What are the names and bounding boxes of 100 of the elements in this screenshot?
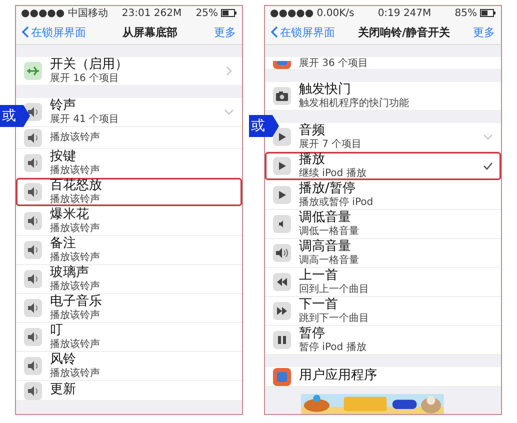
settings-row[interactable]: 调高音量 调高一格音量 xyxy=(265,239,501,268)
speaker-icon xyxy=(273,244,291,262)
row-title: 触发快门 xyxy=(299,82,352,98)
row-title: 调低音量 xyxy=(299,210,352,226)
airplane-icon xyxy=(24,62,42,80)
battery-icon xyxy=(480,9,496,17)
speaker-icon xyxy=(24,183,42,201)
status-time: 0:19 247M xyxy=(378,8,432,18)
row-title: 铃声 xyxy=(50,98,77,114)
back-icon xyxy=(271,26,278,38)
settings-row[interactable]: 暂停 暂停 iPod 播放 xyxy=(265,326,501,355)
chevron-down-icon xyxy=(224,107,234,117)
fast-forward-icon xyxy=(273,302,291,320)
row-subtitle: 播放该铃声 xyxy=(50,280,101,292)
back-icon xyxy=(22,26,29,38)
callout-tooltip: 或 xyxy=(249,115,279,137)
settings-row[interactable]: 播放 继续 iPod 播放 xyxy=(265,152,501,181)
rewind-icon xyxy=(273,273,291,291)
row-subtitle: 调高一格音量 xyxy=(299,254,360,266)
row-subtitle: 展开 7 个项目 xyxy=(299,138,363,150)
row-subtitle: 播放该铃声 xyxy=(50,194,101,206)
row-title: 备注 xyxy=(50,236,77,252)
settings-row[interactable]: 用户应用程序 xyxy=(265,367,501,387)
row-subtitle: 播放该铃声 xyxy=(50,222,101,234)
row-title: 播放 xyxy=(299,152,326,168)
speaker-icon xyxy=(24,299,42,317)
row-subtitle: 继续 iPod 播放 xyxy=(299,168,368,180)
play-icon xyxy=(273,157,291,175)
row-title: 调高音量 xyxy=(299,240,352,254)
settings-row[interactable]: 下一首 跳到下一个曲目 xyxy=(265,297,501,326)
settings-row[interactable]: 触发快门 触发相机程序的快门功能 xyxy=(265,82,501,111)
settings-row[interactable]: 电子音乐 播放该铃声 xyxy=(16,294,242,323)
callout-tooltip: 或 xyxy=(0,105,30,127)
settings-row[interactable]: 播放该铃声 xyxy=(16,127,242,149)
back-link[interactable]: 在锁屏界面 xyxy=(271,24,335,40)
row-subtitle: 播放该铃声 xyxy=(50,164,101,176)
row-subtitle: 播放该铃声 xyxy=(50,338,101,350)
settings-row[interactable]: 爆米花 播放该铃声 xyxy=(16,207,242,236)
settings-row[interactable]: 叮 播放该铃声 xyxy=(16,323,242,352)
row-subtitle: 跳到下一个曲目 xyxy=(299,312,370,324)
speaker-icon xyxy=(24,382,42,400)
speaker-icon xyxy=(24,154,42,172)
speaker-icon xyxy=(24,212,42,230)
more-button[interactable]: 更多 xyxy=(473,24,495,40)
battery-percent: 25% xyxy=(196,8,218,18)
row-subtitle: 展开 16 个项目 xyxy=(50,72,120,84)
settings-row[interactable]: 调低音量 调低一格音量 xyxy=(265,210,501,239)
screen-title: 从屏幕底部 xyxy=(121,24,178,40)
speaker-icon xyxy=(273,215,291,233)
row-subtitle: 调低一格音量 xyxy=(299,226,360,238)
row-title: 下一首 xyxy=(299,298,339,312)
battery-percent: 85% xyxy=(454,8,477,18)
app-icon xyxy=(273,61,291,69)
row-subtitle: 播放该铃声 xyxy=(50,368,101,380)
battery-icon xyxy=(220,9,237,17)
speaker-icon xyxy=(24,328,42,346)
speaker-icon xyxy=(24,241,42,259)
more-button[interactable]: 更多 xyxy=(214,24,236,40)
checkmark-icon xyxy=(483,161,493,171)
settings-row[interactable]: 百花怒放 播放该铃声 xyxy=(16,178,242,207)
row-subtitle: 触发相机程序的快门功能 xyxy=(299,98,410,110)
row-title: 百花怒放 xyxy=(50,178,103,194)
carrier-text: ●●●●● 中国移动 xyxy=(21,6,108,20)
settings-row[interactable]: 上一首 回到上一个曲目 xyxy=(265,268,501,297)
row-subtitle: 展开 41 个项目 xyxy=(50,114,120,126)
status-time: 23:01 262M xyxy=(122,8,182,18)
settings-row[interactable]: 按键 播放该铃声 xyxy=(16,149,242,178)
row-title: 上一首 xyxy=(299,268,339,284)
play-icon xyxy=(273,186,291,204)
screen-title: 关闭响铃/静音开关 xyxy=(356,24,452,40)
settings-row[interactable]: 展开 36 个项目 xyxy=(265,57,501,70)
camera-icon xyxy=(273,87,291,105)
settings-row[interactable]: 更新 xyxy=(16,381,242,401)
settings-row[interactable]: 备注 播放该铃声 xyxy=(16,236,242,265)
row-title: 叮 xyxy=(50,324,64,338)
speaker-icon xyxy=(24,270,42,288)
settings-row[interactable]: 玻璃声 播放该铃声 xyxy=(16,265,242,294)
row-subtitle: 展开 36 个项目 xyxy=(299,58,370,69)
row-title: 音频 xyxy=(299,124,326,139)
play-icon xyxy=(273,128,291,146)
carrier-text: ●●●●● 0.00K/s xyxy=(270,8,354,18)
row-title: 爆米花 xyxy=(50,208,90,222)
row-title: 更新 xyxy=(50,383,77,398)
settings-row[interactable]: 开关（启用） 展开 16 个项目 xyxy=(16,57,242,86)
speaker-icon xyxy=(24,128,42,146)
row-subtitle: 播放该铃声 xyxy=(50,132,101,144)
settings-row[interactable]: 播放/暂停 播放或暂停 iPod xyxy=(265,181,501,210)
row-title: 风铃 xyxy=(50,352,77,368)
settings-row[interactable]: 风铃 播放该铃声 xyxy=(16,352,242,381)
row-subtitle: 播放或暂停 iPod xyxy=(299,196,374,208)
row-title: 用户应用程序 xyxy=(299,369,378,384)
back-link[interactable]: 在锁屏界面 xyxy=(22,24,86,40)
chevron-right-icon xyxy=(224,66,234,76)
row-subtitle: 暂停 iPod 播放 xyxy=(299,342,368,354)
chevron-down-icon xyxy=(483,132,493,142)
speaker-icon xyxy=(24,357,42,375)
row-title: 暂停 xyxy=(299,326,326,342)
app-icon xyxy=(273,368,291,386)
row-subtitle: 播放该铃声 xyxy=(50,252,101,264)
row-title: 开关（启用） xyxy=(50,58,129,73)
